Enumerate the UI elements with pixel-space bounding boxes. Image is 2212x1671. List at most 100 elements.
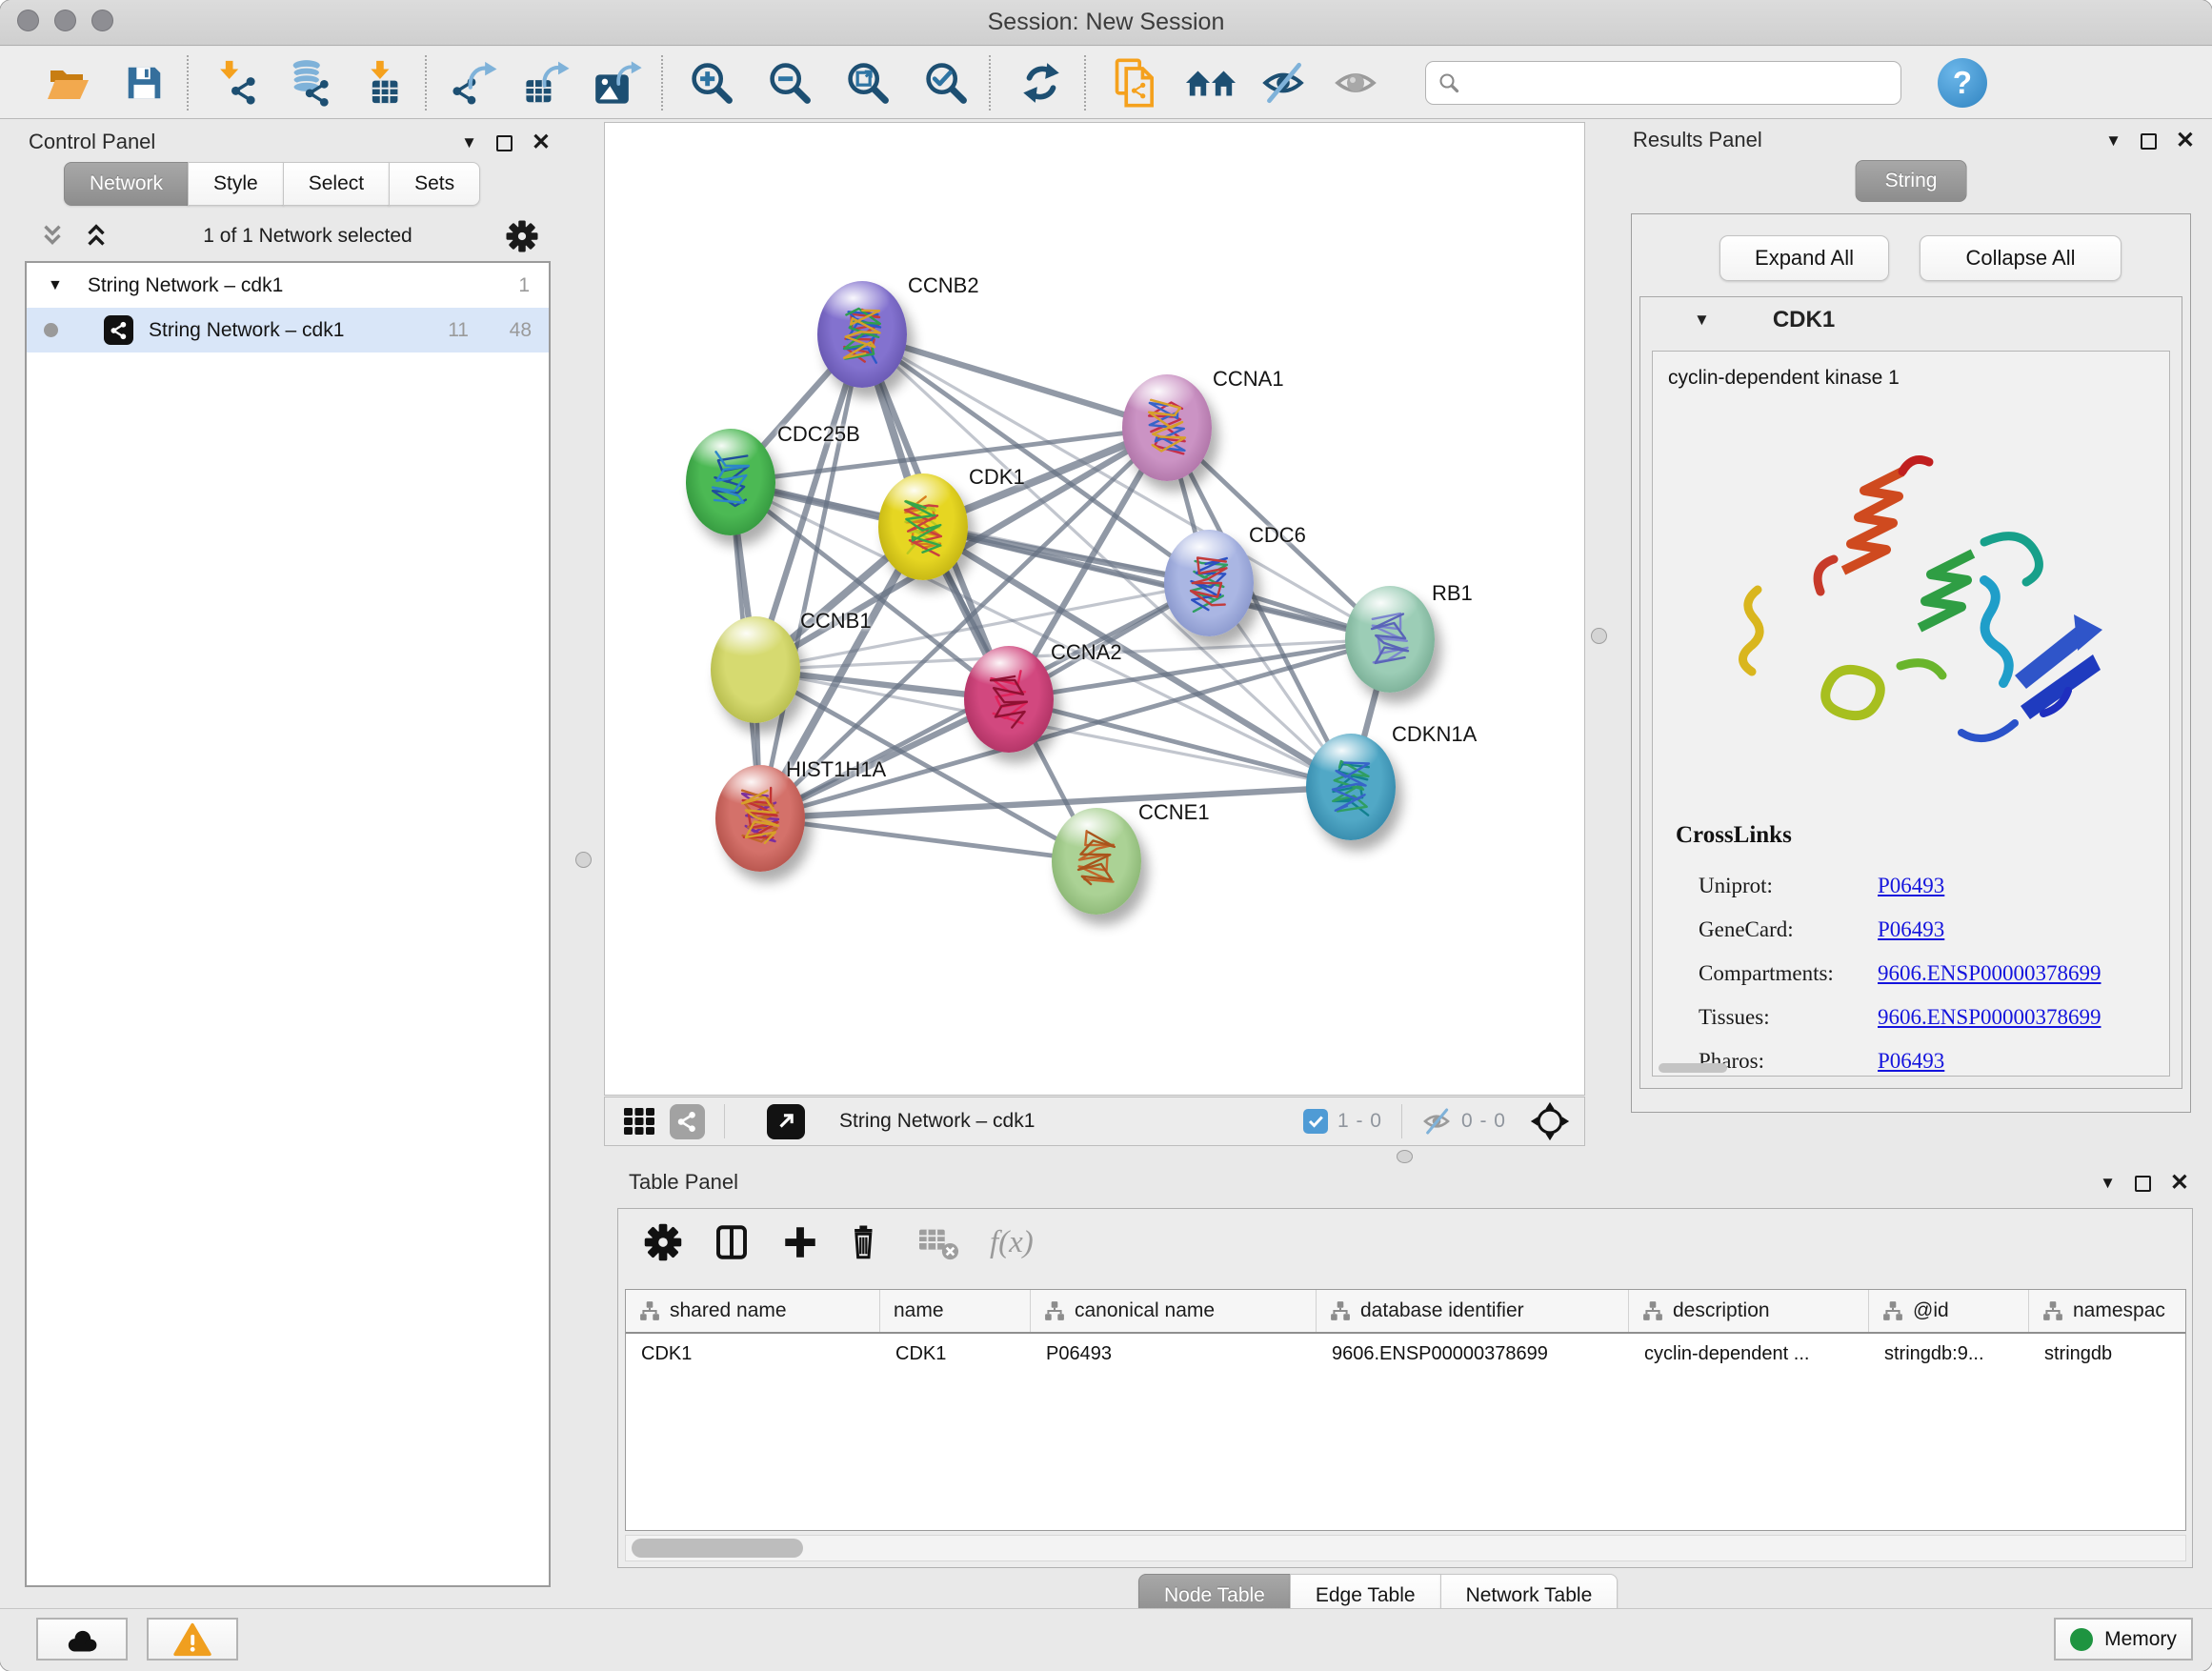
birdseye-crosshair-icon[interactable] [1529, 1100, 1571, 1142]
crosslink-uniprot-link[interactable]: P06493 [1878, 874, 1944, 898]
gear-icon[interactable] [505, 219, 539, 253]
import-network-from-database-icon[interactable] [284, 55, 335, 111]
network-canvas[interactable]: CCNB2CCNA1CDC25BCDK1CDC6RB1CCNB1CCNA2CDK… [604, 122, 1585, 1096]
network-node-ccna2[interactable] [964, 646, 1054, 753]
table-row[interactable]: CDK1CDK1P064939606.ENSP00000378699cyclin… [626, 1334, 2185, 1374]
column-header-description[interactable]: description [1629, 1290, 1869, 1332]
column-header-id[interactable]: @id [1869, 1290, 2029, 1332]
gear-icon[interactable] [643, 1222, 683, 1262]
table-panel-close-icon[interactable]: ✕ [2170, 1172, 2189, 1195]
collapse-all-button[interactable]: Collapse All [1920, 235, 2122, 281]
open-session-icon[interactable] [42, 55, 93, 111]
help-icon[interactable]: ? [1938, 58, 1987, 108]
open-in-window-icon[interactable] [767, 1104, 805, 1139]
expand-all-button[interactable]: Expand All [1719, 235, 1889, 281]
hidden-eye-slash-icon [1421, 1106, 1452, 1137]
table-cell-canonical-name[interactable]: P06493 [1031, 1334, 1317, 1374]
crosslink-tissues-link[interactable]: 9606.ENSP00000378699 [1878, 1005, 2101, 1030]
table-cell-description[interactable]: cyclin-dependent ... [1629, 1334, 1869, 1374]
zoom-fit-icon[interactable] [842, 55, 894, 111]
table-panel-menu-icon[interactable]: ▼ [2100, 1174, 2116, 1193]
columns-icon[interactable] [712, 1222, 752, 1262]
crosslink-genecard-link[interactable]: P06493 [1878, 917, 1944, 942]
table-cell-shared-name[interactable]: CDK1 [626, 1334, 880, 1374]
network-node-ccnb2[interactable] [817, 281, 907, 388]
network-node-cdc6[interactable] [1164, 530, 1254, 636]
table-panel-float-icon[interactable] [2135, 1176, 2151, 1192]
zoom-in-icon[interactable] [686, 55, 737, 111]
import-table-icon[interactable] [356, 55, 408, 111]
bottom-splitter-handle[interactable] [1397, 1150, 1413, 1163]
entry-scrollbar-thumb[interactable] [1659, 1063, 1727, 1073]
grid-icon[interactable] [622, 1104, 656, 1138]
delete-table-icon[interactable] [917, 1222, 961, 1262]
zoom-out-icon[interactable] [764, 55, 815, 111]
edge-CCNB2-HIST1H1A[interactable] [760, 334, 862, 818]
tab-network[interactable]: Network [64, 162, 189, 206]
results-panel-float-icon[interactable] [2141, 133, 2157, 150]
column-header-shared-name[interactable]: shared name [626, 1290, 880, 1332]
export-image-icon[interactable] [593, 55, 644, 111]
table-horizontal-scrollbar[interactable] [625, 1535, 2186, 1561]
column-header-canonical-name[interactable]: canonical name [1031, 1290, 1317, 1332]
eye-icon[interactable] [1330, 55, 1381, 111]
share-icon[interactable] [670, 1104, 705, 1139]
collapse-all-icon[interactable] [38, 222, 67, 251]
network-node-ccna1[interactable] [1122, 374, 1212, 481]
network-row-selected[interactable]: String Network – cdk1 11 48 [27, 308, 549, 352]
apply-preferred-layout-icon[interactable] [1016, 55, 1067, 111]
memory-button[interactable]: Memory [2054, 1618, 2193, 1661]
column-header-namespac[interactable]: namespac [2029, 1290, 2186, 1332]
table-cell-namespac[interactable]: stringdb [2029, 1334, 2186, 1374]
export-table-icon[interactable] [520, 55, 572, 111]
network-collection-row[interactable]: ▼ String Network – cdk1 1 [27, 263, 549, 308]
tab-style[interactable]: Style [188, 162, 284, 206]
tab-select[interactable]: Select [283, 162, 390, 206]
export-network-icon[interactable] [448, 55, 499, 111]
delete-column-icon[interactable] [849, 1222, 889, 1262]
crosslink-pharos-link[interactable]: P06493 [1878, 1049, 1944, 1074]
right-splitter-handle[interactable] [1591, 628, 1607, 644]
network-node-ccnb1[interactable] [711, 616, 800, 723]
table-toolbar: f(x) [643, 1222, 1034, 1262]
table-cell-name[interactable]: CDK1 [880, 1334, 1031, 1374]
tab-string[interactable]: String [1856, 160, 1967, 202]
function-builder-icon[interactable]: f(x) [990, 1225, 1034, 1260]
add-column-icon[interactable] [780, 1222, 820, 1262]
eye-slash-icon[interactable] [1257, 55, 1309, 111]
network-node-cdk1[interactable] [878, 473, 968, 580]
warning-button[interactable] [147, 1618, 238, 1661]
collection-caret-icon[interactable]: ▼ [48, 277, 63, 294]
results-panel-menu-icon[interactable]: ▼ [2105, 131, 2122, 151]
control-panel-close-icon[interactable]: ✕ [532, 131, 551, 154]
scrollbar-thumb[interactable] [632, 1539, 803, 1558]
houses-icon[interactable] [1185, 55, 1237, 111]
table-cell-id[interactable]: stringdb:9... [1869, 1334, 2029, 1374]
edge-CCNB2-CCNA1[interactable] [862, 334, 1167, 428]
edge-CCNE1-HIST1H1A[interactable] [760, 818, 1096, 861]
control-panel-float-icon[interactable] [496, 135, 513, 151]
network-node-cdc25b[interactable] [686, 429, 775, 535]
zoom-selected-icon[interactable] [920, 55, 972, 111]
network-node-cdkn1a[interactable] [1306, 734, 1396, 840]
import-network-icon[interactable] [211, 55, 263, 111]
tab-sets[interactable]: Sets [389, 162, 480, 206]
save-session-icon[interactable] [118, 55, 170, 111]
column-header-database-identifier[interactable]: database identifier [1317, 1290, 1629, 1332]
entry-caret-icon[interactable]: ▼ [1694, 311, 1710, 330]
search-input[interactable] [1460, 70, 1889, 95]
documents-share-icon[interactable] [1111, 55, 1162, 111]
control-panel-menu-icon[interactable]: ▼ [461, 133, 477, 152]
selected-checkbox[interactable] [1303, 1109, 1328, 1134]
crosslink-compartments-link[interactable]: 9606.ENSP00000378699 [1878, 961, 2101, 986]
network-node-ccne1[interactable] [1052, 808, 1141, 915]
cloud-button[interactable] [36, 1618, 128, 1661]
expand-all-icon[interactable] [82, 222, 111, 251]
left-splitter-handle[interactable] [575, 852, 592, 868]
node-entry-header[interactable]: ▼ CDK1 [1640, 297, 2182, 343]
results-panel-close-icon[interactable]: ✕ [2176, 130, 2195, 152]
table-cell-database-identifier[interactable]: 9606.ENSP00000378699 [1317, 1334, 1629, 1374]
column-header-name[interactable]: name [880, 1290, 1031, 1332]
protein-structure-thumbnail [702, 449, 759, 515]
network-node-rb1[interactable] [1345, 586, 1435, 693]
